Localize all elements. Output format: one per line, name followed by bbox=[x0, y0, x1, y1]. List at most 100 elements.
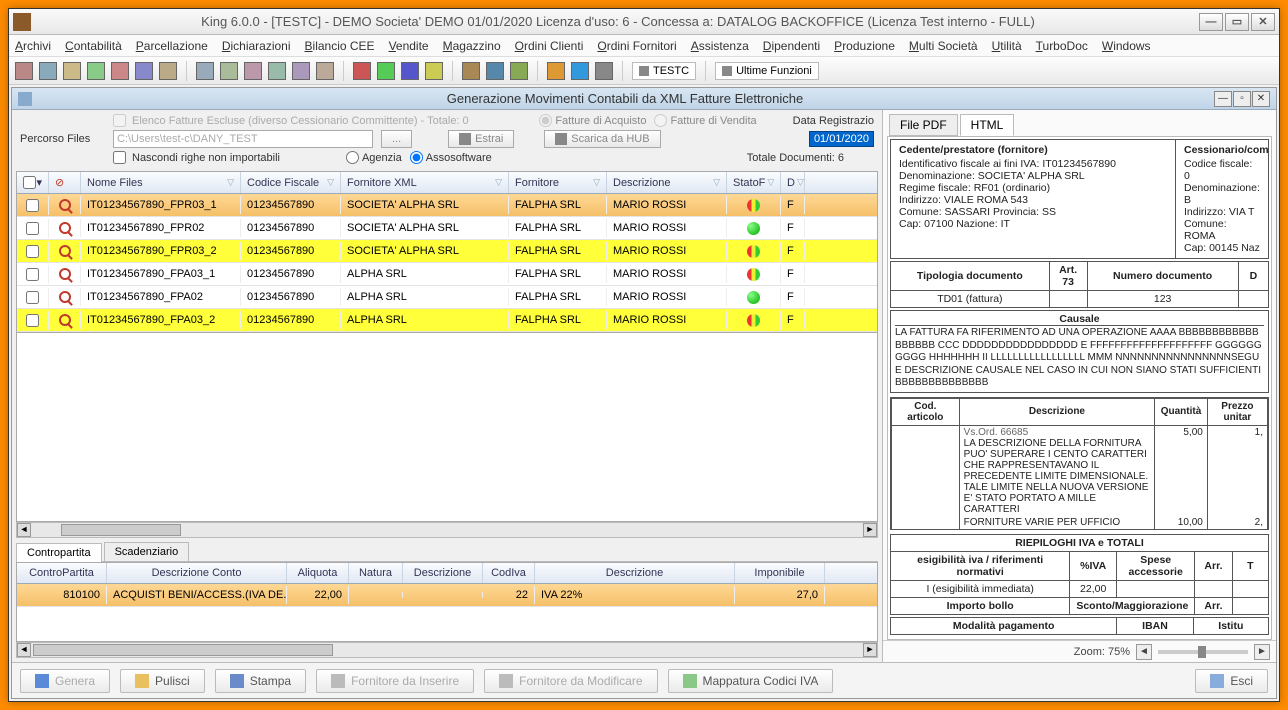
tool-icon[interactable] bbox=[547, 62, 565, 80]
col-header[interactable]: Fornitore▽ bbox=[509, 172, 607, 193]
tool-icon[interactable] bbox=[196, 62, 214, 80]
tab-file-pdf[interactable]: File PDF bbox=[889, 114, 958, 136]
menu-assistenza[interactable]: Assistenza bbox=[691, 39, 749, 53]
detail-hscroll[interactable]: ◄► bbox=[16, 642, 878, 658]
tool-icon[interactable] bbox=[353, 62, 371, 80]
table-row[interactable]: IT01234567890_FPR03_201234567890SOCIETA'… bbox=[17, 240, 877, 263]
col-header[interactable]: Fornitore XML▽ bbox=[341, 172, 509, 193]
print-icon bbox=[230, 674, 244, 688]
col-header[interactable]: CodIva bbox=[483, 563, 535, 583]
mappatura-iva-button[interactable]: Mappatura Codici IVA bbox=[668, 669, 834, 693]
table-row[interactable]: IT01234567890_FPR0201234567890SOCIETA' A… bbox=[17, 217, 877, 240]
tool-icon[interactable] bbox=[571, 62, 589, 80]
tool-icon[interactable] bbox=[595, 62, 613, 80]
menu-utilità[interactable]: Utilità bbox=[992, 39, 1022, 53]
tool-icon[interactable] bbox=[87, 62, 105, 80]
percorso-input[interactable] bbox=[113, 130, 373, 148]
footer-toolbar: Genera Pulisci Stampa Fornitore da Inser… bbox=[12, 662, 1276, 698]
fornitore-inserire-button[interactable]: Fornitore da Inserire bbox=[316, 669, 474, 693]
tool-icon[interactable] bbox=[316, 62, 334, 80]
genera-button[interactable]: Genera bbox=[20, 669, 110, 693]
estrai-button[interactable]: Estrai bbox=[448, 130, 514, 148]
minimize-button[interactable]: — bbox=[1199, 13, 1223, 31]
browse-button[interactable]: ... bbox=[381, 130, 412, 148]
testc-button[interactable]: TESTC bbox=[632, 62, 696, 80]
exit-icon bbox=[1210, 674, 1224, 688]
sub-close-button[interactable]: ✕ bbox=[1252, 91, 1270, 107]
tool-icon[interactable] bbox=[39, 62, 57, 80]
menu-multi società[interactable]: Multi Società bbox=[909, 39, 978, 53]
col-header[interactable]: ControPartita bbox=[17, 563, 107, 583]
tool-icon[interactable] bbox=[486, 62, 504, 80]
grid-hscroll[interactable]: ◄► bbox=[16, 522, 878, 538]
tool-icon[interactable] bbox=[268, 62, 286, 80]
date-field[interactable]: 01/01/2020 bbox=[809, 131, 874, 147]
menu-archivi[interactable]: Archivi bbox=[15, 39, 51, 53]
agenzia-radio[interactable]: Agenzia bbox=[346, 151, 402, 164]
tool-icon[interactable] bbox=[220, 62, 238, 80]
menu-magazzino[interactable]: Magazzino bbox=[443, 39, 501, 53]
tool-icon[interactable] bbox=[159, 62, 177, 80]
menu-parcellazione[interactable]: Parcellazione bbox=[136, 39, 208, 53]
menu-ordini fornitori[interactable]: Ordini Fornitori bbox=[597, 39, 676, 53]
scarica-hub-button[interactable]: Scarica da HUB bbox=[544, 130, 660, 148]
menu-dichiarazioni[interactable]: Dichiarazioni bbox=[222, 39, 291, 53]
sub-restore-button[interactable]: ▫ bbox=[1233, 91, 1251, 107]
tool-icon[interactable] bbox=[292, 62, 310, 80]
table-row[interactable]: IT01234567890_FPR03_101234567890SOCIETA'… bbox=[17, 194, 877, 217]
zoom-out-button[interactable]: ◄ bbox=[1136, 644, 1152, 660]
col-header[interactable]: Descrizione bbox=[403, 563, 483, 583]
close-button[interactable]: ✕ bbox=[1251, 13, 1275, 31]
zoom-in-button[interactable]: ► bbox=[1254, 644, 1270, 660]
stampa-button[interactable]: Stampa bbox=[215, 669, 306, 693]
menu-contabilità[interactable]: Contabilità bbox=[65, 39, 122, 53]
col-header[interactable]: Descrizione Conto bbox=[107, 563, 287, 583]
esci-button[interactable]: Esci bbox=[1195, 669, 1268, 693]
tool-icon[interactable] bbox=[377, 62, 395, 80]
col-header[interactable]: Descrizione▽ bbox=[607, 172, 727, 193]
tool-icon[interactable] bbox=[510, 62, 528, 80]
fornitore-modificare-button[interactable]: Fornitore da Modificare bbox=[484, 669, 657, 693]
table-row[interactable]: IT01234567890_FPA0201234567890ALPHA SRLF… bbox=[17, 286, 877, 309]
tool-icon[interactable] bbox=[111, 62, 129, 80]
tab-scadenziario[interactable]: Scadenziario bbox=[104, 542, 190, 561]
col-header[interactable]: ▾ bbox=[17, 172, 49, 193]
col-header[interactable]: Codice Fiscale▽ bbox=[241, 172, 341, 193]
menu-dipendenti[interactable]: Dipendenti bbox=[763, 39, 820, 53]
menu-ordini clienti[interactable]: Ordini Clienti bbox=[515, 39, 584, 53]
col-header[interactable]: Natura bbox=[349, 563, 403, 583]
pulisci-button[interactable]: Pulisci bbox=[120, 669, 205, 693]
menu-produzione[interactable]: Produzione bbox=[834, 39, 895, 53]
nascondi-checkbox[interactable]: Nascondi righe non importabili bbox=[113, 151, 280, 164]
menu-turbodoc[interactable]: TurboDoc bbox=[1036, 39, 1088, 53]
ultime-funzioni-button[interactable]: Ultime Funzioni bbox=[715, 62, 819, 80]
tool-icon[interactable] bbox=[15, 62, 33, 80]
restore-button[interactable]: ▭ bbox=[1225, 13, 1249, 31]
zoom-slider[interactable] bbox=[1158, 650, 1248, 654]
col-header[interactable]: Nome Files▽ bbox=[81, 172, 241, 193]
tool-icon[interactable] bbox=[63, 62, 81, 80]
col-header[interactable]: Aliquota bbox=[287, 563, 349, 583]
tool-icon[interactable] bbox=[425, 62, 443, 80]
assosoftware-radio[interactable]: Assosoftware bbox=[410, 151, 492, 164]
menu-vendite[interactable]: Vendite bbox=[389, 39, 429, 53]
col-header[interactable]: D▽ bbox=[781, 172, 805, 193]
sub-minimize-button[interactable]: — bbox=[1214, 91, 1232, 107]
tab-contropartita[interactable]: Contropartita bbox=[16, 543, 102, 562]
tab-html[interactable]: HTML bbox=[960, 114, 1015, 136]
tool-icon[interactable] bbox=[401, 62, 419, 80]
col-header[interactable]: StatoF▽ bbox=[727, 172, 781, 193]
subwindow-titlebar: Generazione Movimenti Contabili da XML F… bbox=[12, 88, 1276, 110]
tool-icon[interactable] bbox=[462, 62, 480, 80]
table-row[interactable]: IT01234567890_FPA03_201234567890ALPHA SR… bbox=[17, 309, 877, 332]
invoice-grid[interactable]: ▾⊘Nome Files▽Codice Fiscale▽Fornitore XM… bbox=[16, 171, 878, 333]
menu-windows[interactable]: Windows bbox=[1102, 39, 1151, 53]
col-header[interactable]: ⊘ bbox=[49, 172, 81, 193]
col-header[interactable]: Descrizione bbox=[535, 563, 735, 583]
menu-bilancio cee[interactable]: Bilancio CEE bbox=[305, 39, 375, 53]
tool-icon[interactable] bbox=[244, 62, 262, 80]
col-header[interactable]: Imponibile bbox=[735, 563, 825, 583]
table-row[interactable]: IT01234567890_FPA03_101234567890ALPHA SR… bbox=[17, 263, 877, 286]
detail-grid[interactable]: ControPartitaDescrizione ContoAliquotaNa… bbox=[16, 562, 878, 642]
tool-icon[interactable] bbox=[135, 62, 153, 80]
